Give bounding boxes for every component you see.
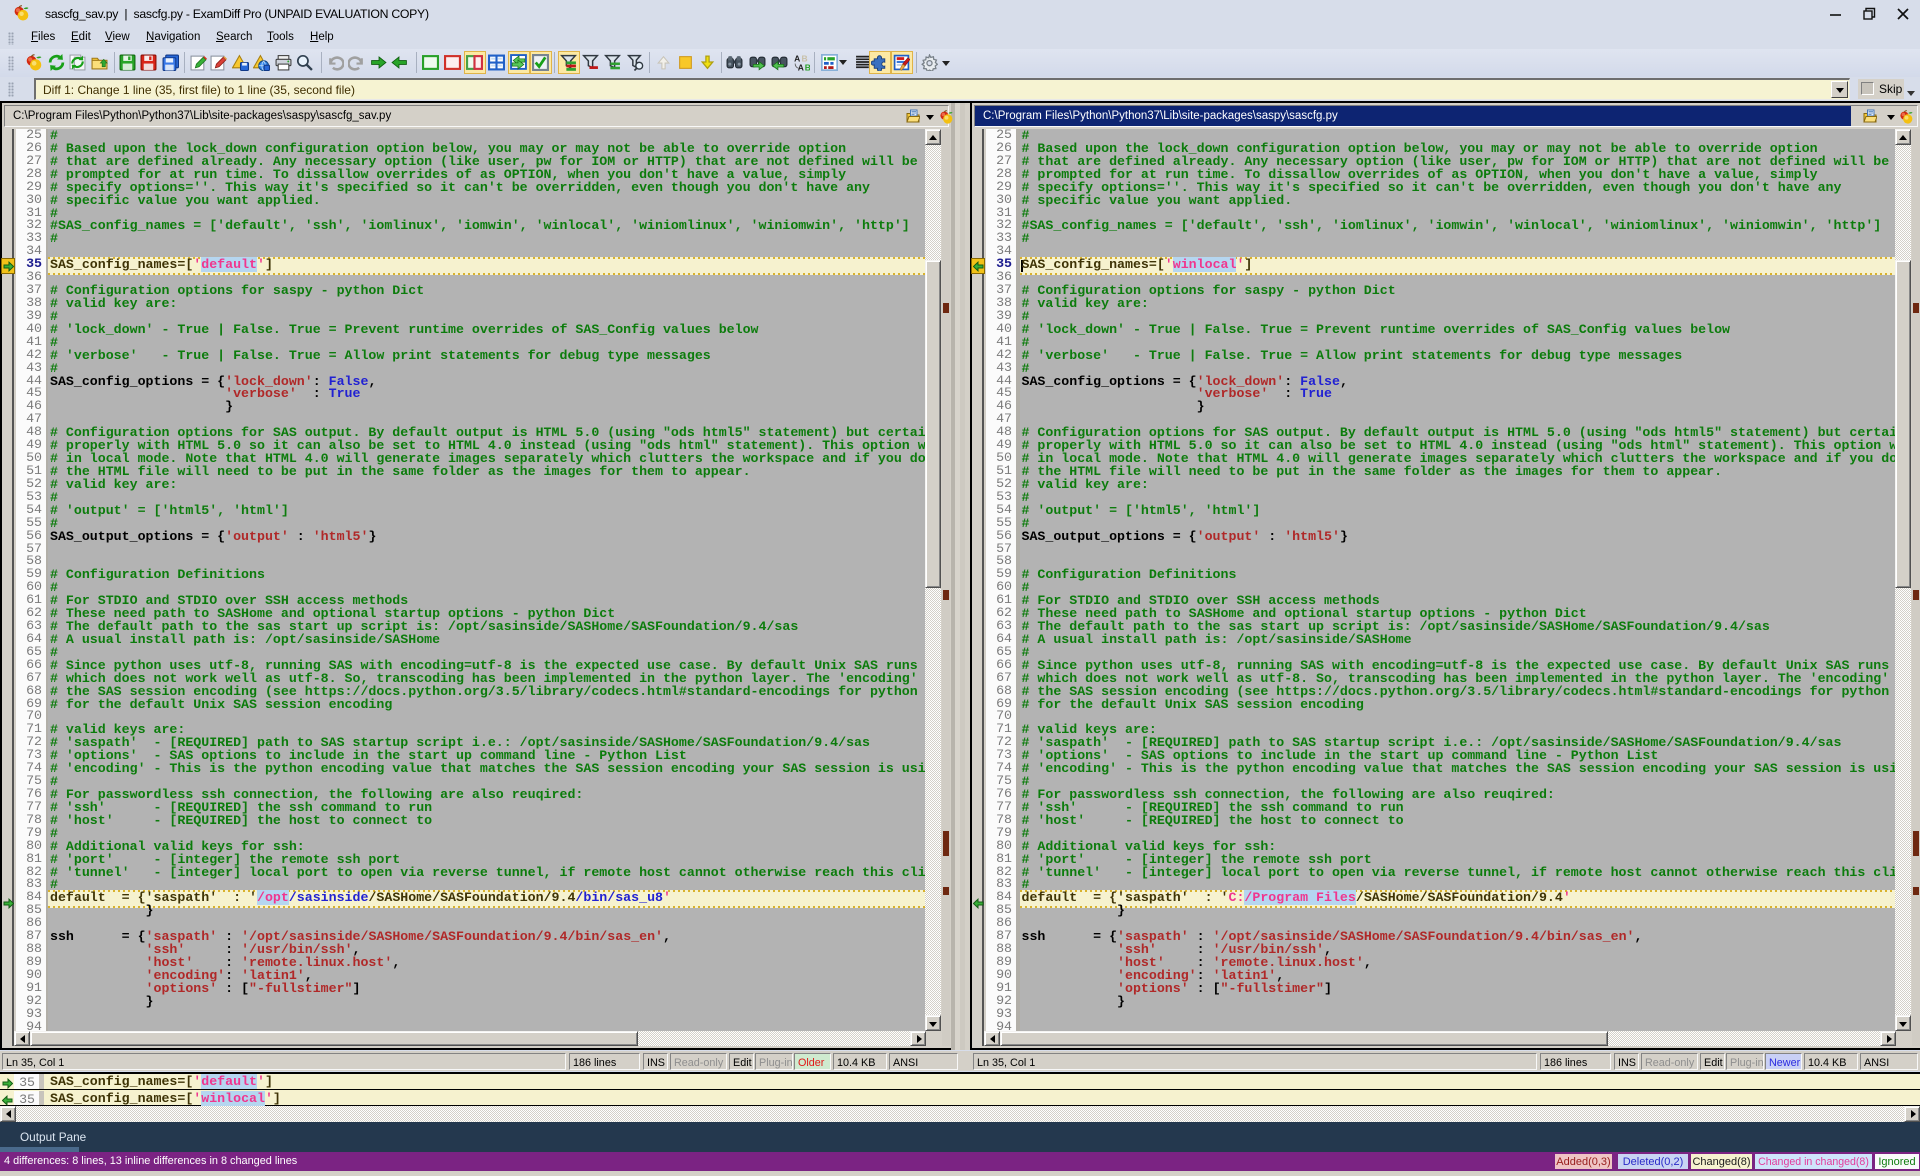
svg-text:B: B (805, 62, 810, 71)
svg-text:A: A (798, 62, 804, 71)
